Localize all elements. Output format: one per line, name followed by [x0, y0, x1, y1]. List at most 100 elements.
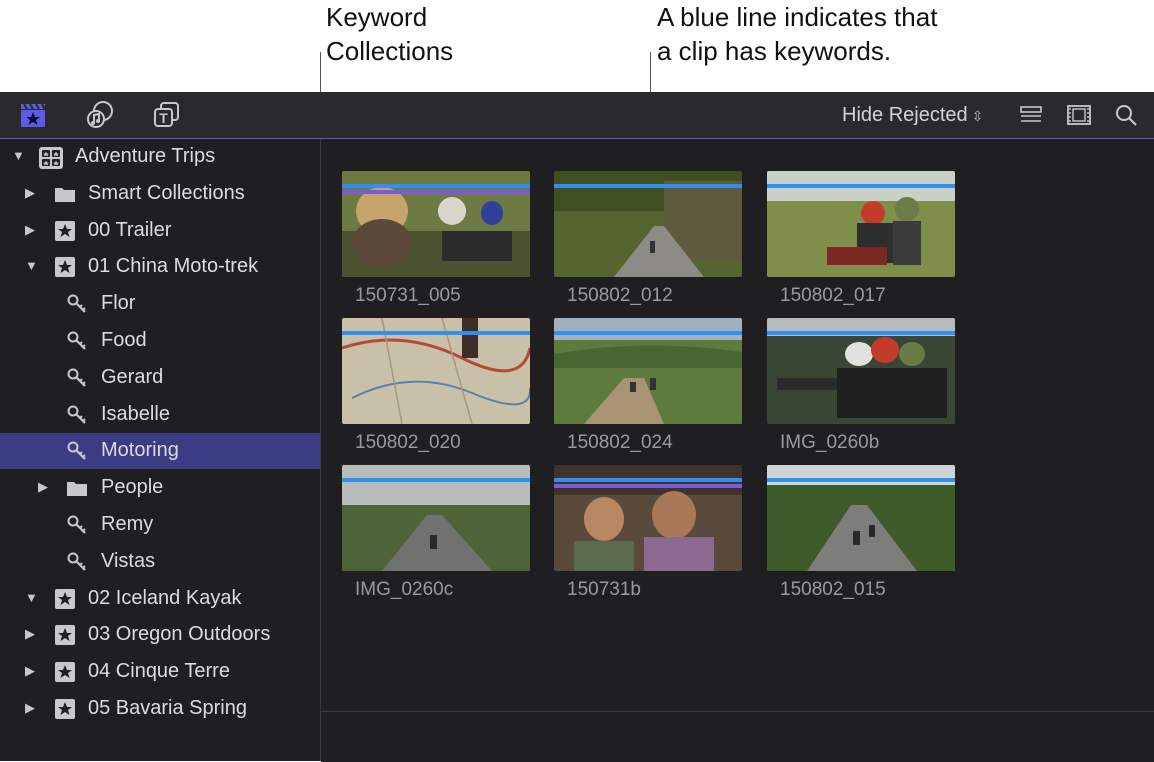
- clip-name: 150802_024: [567, 432, 673, 453]
- sidebar-item-label: 01 China Moto-trek: [88, 255, 259, 278]
- disclosure-open-icon[interactable]: ▼: [25, 590, 38, 606]
- app-window: T Hide Rejected ⇳ ▼ Adventure Trips ▶ Sm…: [0, 92, 1154, 762]
- folder-icon: [66, 477, 88, 499]
- sidebar-item[interactable]: Remy: [0, 507, 320, 543]
- clip-thumbnail[interactable]: 150802_015: [767, 465, 955, 600]
- sidebar-item[interactable]: ▼ 01 China Moto-trek: [0, 249, 320, 285]
- sidebar-item[interactable]: ▼ 02 Iceland Kayak: [0, 581, 320, 617]
- sidebar-item-label: Gerard: [101, 365, 164, 388]
- sidebar-item[interactable]: ▶ 04 Cinque Terre: [0, 654, 320, 690]
- clip-filter-popup[interactable]: Hide Rejected ⇳: [842, 104, 983, 127]
- disclosure-closed-icon[interactable]: ▶: [25, 222, 37, 238]
- list-view-icon[interactable]: [1019, 105, 1043, 125]
- clip-image: [554, 318, 742, 424]
- disclosure-closed-icon[interactable]: ▶: [25, 663, 37, 679]
- clip-thumbnail[interactable]: 150802_020: [342, 318, 530, 453]
- keyword-indicator-line: [342, 184, 530, 188]
- disclosure-closed-icon[interactable]: ▶: [25, 626, 37, 642]
- event-star-icon: [54, 661, 76, 683]
- sidebar-item[interactable]: ▶ Smart Collections: [0, 176, 320, 212]
- sidebar-item-label: 05 Bavaria Spring: [88, 697, 247, 719]
- clip-image: [342, 171, 530, 277]
- disclosure-closed-icon[interactable]: ▶: [25, 185, 37, 201]
- clip-thumbnail[interactable]: 150802_012: [554, 171, 742, 306]
- keyword-indicator-line: [767, 331, 955, 335]
- titles-icon[interactable]: T: [152, 100, 182, 130]
- clip-name: 150802_015: [780, 579, 886, 600]
- sidebar-item-label: People: [101, 476, 164, 499]
- sidebar-item[interactable]: ▶ 03 Oregon Outdoors: [0, 617, 320, 653]
- keyword-indicator-line: [767, 184, 955, 188]
- sidebar-item-label: Adventure Trips: [75, 145, 216, 167]
- sidebar-item-label: Remy: [101, 513, 154, 535]
- keyword-icon: [66, 440, 88, 462]
- keyword-icon: [66, 514, 88, 536]
- clip-thumbnail[interactable]: 150731_005: [342, 171, 530, 306]
- sidebar-item[interactable]: ▼ Adventure Trips: [0, 139, 320, 175]
- chevron-updown-icon: ⇳: [971, 108, 984, 124]
- sidebar-item-label: Food: [101, 329, 147, 351]
- sidebar-item[interactable]: Motoring: [0, 433, 320, 470]
- sidebar-item[interactable]: Gerard: [0, 360, 320, 396]
- keyword-icon: [66, 293, 88, 315]
- clip-thumbnail[interactable]: 150802_024: [554, 318, 742, 453]
- event-star-icon: [54, 624, 76, 646]
- clip-name: 150731b: [567, 579, 641, 600]
- svg-text:T: T: [159, 110, 168, 126]
- search-icon[interactable]: [1114, 103, 1138, 127]
- disclosure-closed-icon[interactable]: ▶: [25, 700, 37, 716]
- sidebar-item[interactable]: Isabelle: [0, 397, 320, 433]
- music-photo-icon[interactable]: [85, 100, 115, 130]
- keyword-indicator-line: [342, 478, 530, 482]
- clip-name: IMG_0260c: [355, 579, 454, 600]
- clip-name: 150802_012: [567, 285, 673, 306]
- filmstrip-icon[interactable]: [1066, 104, 1092, 126]
- keyword-indicator-line: [554, 478, 742, 482]
- clip-thumbnail[interactable]: IMG_0260b: [767, 318, 955, 453]
- clip-image: [554, 465, 742, 571]
- sidebar-item[interactable]: ▶ People: [0, 470, 320, 506]
- clip-filter-label: Hide Rejected: [842, 104, 968, 126]
- clip-image: [554, 171, 742, 277]
- keyword-icon: [66, 367, 88, 389]
- keyword-indicator-line: [342, 190, 530, 194]
- callout-keyword-collections: Keyword Collections: [326, 2, 454, 66]
- sidebar-item-label: 00 Trailer: [88, 218, 172, 241]
- browser-footer: [321, 711, 1154, 762]
- sidebar-item[interactable]: ▶ 05 Bavaria Spring: [0, 691, 320, 727]
- clip-name: 150802_020: [355, 432, 461, 453]
- clip-image: [342, 318, 530, 424]
- sidebar-item-label: 04 Cinque Terre: [88, 660, 230, 683]
- keyword-indicator-line: [554, 331, 742, 335]
- clapper-star-icon[interactable]: [18, 100, 48, 130]
- clip-thumbnail[interactable]: IMG_0260c: [342, 465, 530, 600]
- keyword-indicator-line: [554, 484, 742, 488]
- sidebar-item[interactable]: Food: [0, 323, 320, 359]
- event-star-icon: [54, 256, 76, 278]
- clip-image: [767, 171, 955, 277]
- sidebar-item[interactable]: ▶ 00 Trailer: [0, 213, 320, 249]
- clip-name: IMG_0260b: [780, 432, 880, 453]
- sidebar-item-label: Motoring: [101, 439, 179, 462]
- sidebar-item[interactable]: Flor: [0, 286, 320, 322]
- clip-thumbnail[interactable]: 150802_017: [767, 171, 955, 306]
- clip-image: [767, 465, 955, 571]
- sidebar-item[interactable]: Vistas: [0, 544, 320, 580]
- clip-thumbnail[interactable]: 150731b: [554, 465, 742, 600]
- clip-name: 150802_017: [780, 285, 886, 306]
- keyword-indicator-line: [342, 331, 530, 335]
- keyword-icon: [66, 330, 88, 352]
- libraries-sidebar: ▼ Adventure Trips ▶ Smart Collections ▶ 00 Tr…: [0, 139, 321, 761]
- event-star-icon: [54, 220, 76, 242]
- keyword-indicator-line: [554, 184, 742, 188]
- sidebar-item-label: Flor: [101, 292, 136, 315]
- toolbar: T Hide Rejected ⇳: [0, 92, 1154, 139]
- disclosure-closed-icon[interactable]: ▶: [38, 479, 50, 495]
- library-icon: [38, 146, 63, 169]
- clip-image: [767, 318, 955, 424]
- keyword-icon: [66, 551, 88, 573]
- sidebar-item-label: Isabelle: [101, 402, 170, 425]
- disclosure-open-icon[interactable]: ▼: [12, 148, 25, 164]
- sidebar-item-label: 02 Iceland Kayak: [88, 586, 242, 609]
- disclosure-open-icon[interactable]: ▼: [25, 258, 38, 274]
